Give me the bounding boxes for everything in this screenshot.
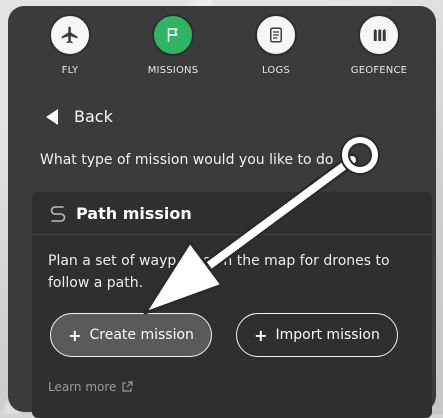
- back-label: Back: [74, 107, 113, 126]
- card-description: Plan a set of waypoints on the map for d…: [48, 253, 390, 291]
- card-title: Path mission: [76, 204, 192, 223]
- nav-item-logs[interactable]: LOGS: [236, 14, 316, 76]
- nav-label-fly: FLY: [61, 65, 79, 76]
- plus-icon: +: [68, 325, 82, 345]
- create-mission-button[interactable]: + Create mission: [50, 313, 212, 357]
- import-mission-label: Import mission: [275, 327, 380, 343]
- learn-more-label: Learn more: [48, 380, 117, 394]
- nav-item-missions[interactable]: MISSIONS: [133, 14, 213, 76]
- flag-icon: [152, 14, 194, 56]
- nav-item-fly[interactable]: FLY: [30, 14, 110, 76]
- plane-icon: [49, 14, 91, 56]
- card-header: Path mission: [32, 192, 432, 235]
- nav-item-geofence[interactable]: GEOFENCE: [339, 14, 419, 76]
- nav-label-missions: MISSIONS: [147, 65, 199, 76]
- mission-type-question: What type of mission would you like to d…: [40, 152, 334, 168]
- learn-more-link[interactable]: Learn more: [48, 380, 134, 394]
- document-icon: [255, 14, 297, 56]
- mission-panel: FLY MISSIONS LOGS GEOFENCE Back What typ…: [8, 6, 436, 418]
- fence-icon: [358, 14, 400, 56]
- plus-icon: +: [254, 325, 268, 345]
- path-icon: [50, 206, 66, 222]
- back-triangle-icon: [46, 108, 58, 125]
- import-mission-button[interactable]: + Import mission: [236, 313, 398, 357]
- path-mission-card: Path mission Plan a set of waypoints on …: [32, 192, 432, 418]
- top-nav: FLY MISSIONS LOGS GEOFENCE: [30, 14, 430, 84]
- nav-label-geofence: GEOFENCE: [350, 65, 408, 76]
- external-link-icon: [122, 381, 134, 392]
- back-button[interactable]: Back: [46, 107, 113, 126]
- create-mission-label: Create mission: [89, 327, 194, 343]
- nav-label-logs: LOGS: [262, 65, 290, 76]
